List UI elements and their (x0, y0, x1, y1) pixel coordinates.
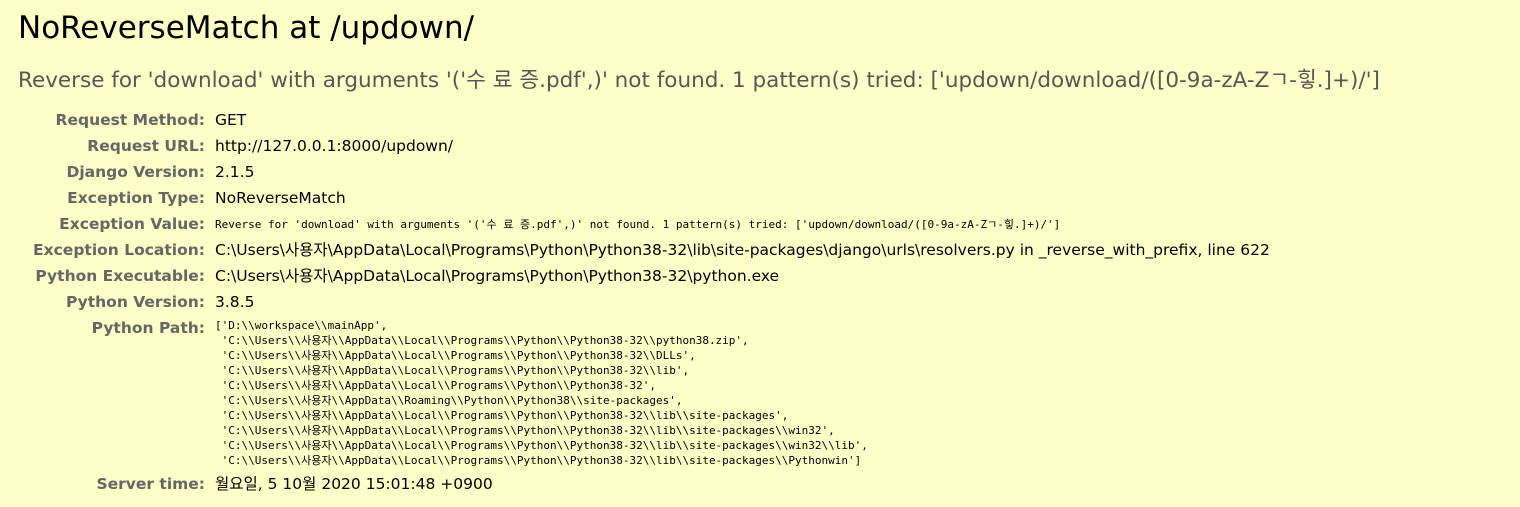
meta-label: Exception Location: (33, 241, 205, 259)
meta-value: C:\Users\사용자\AppData\Local\Programs\Pyth… (215, 241, 1270, 259)
meta-row-exception-type: Exception Type: NoReverseMatch (18, 185, 1270, 211)
meta-row-request-method: Request Method: GET (18, 107, 1270, 133)
meta-row-exception-location: Exception Location: C:\Users\사용자\AppData… (18, 237, 1270, 263)
exception-message: Reverse for 'download' with arguments '(… (18, 68, 1380, 93)
exception-value-text: Reverse for 'download' with arguments '(… (215, 218, 1061, 231)
meta-row-request-url: Request URL: http://127.0.0.1:8000/updow… (18, 133, 1270, 159)
meta-label: Request URL: (87, 137, 205, 155)
meta-label: Python Executable: (35, 267, 205, 285)
meta-label: Python Version: (65, 293, 205, 311)
meta-label: Exception Value: (59, 215, 205, 233)
meta-value: NoReverseMatch (215, 189, 346, 207)
meta-row-python-path: Python Path: ['D:\\workspace\\mainApp', … (18, 315, 1270, 471)
error-summary: NoReverseMatch at /updown/ Reverse for '… (0, 0, 1520, 497)
python-path-list: ['D:\\workspace\\mainApp', 'C:\\Users\\사… (215, 319, 868, 467)
meta-label: Django Version: (66, 163, 205, 181)
page-title: NoReverseMatch at /updown/ (18, 10, 475, 46)
meta-value: http://127.0.0.1:8000/updown/ (215, 137, 454, 155)
meta-label: Server time: (96, 475, 205, 493)
meta-value: 3.8.5 (215, 293, 255, 311)
meta-row-python-version: Python Version: 3.8.5 (18, 289, 1270, 315)
meta-value: 2.1.5 (215, 163, 255, 181)
meta-value-cell: ['D:\\workspace\\mainApp', 'C:\\Users\\사… (215, 315, 1270, 471)
request-meta-table: Request Method: GET Request URL: http://… (18, 107, 1270, 497)
meta-value: C:\Users\사용자\AppData\Local\Programs\Pyth… (215, 267, 780, 285)
meta-value: GET (215, 111, 247, 129)
meta-row-python-executable: Python Executable: C:\Users\사용자\AppData\… (18, 263, 1270, 289)
meta-row-server-time: Server time: 월요일, 5 10월 2020 15:01:48 +0… (18, 471, 1270, 497)
meta-value: 월요일, 5 10월 2020 15:01:48 +0900 (215, 475, 493, 493)
meta-value-cell: Reverse for 'download' with arguments '(… (215, 211, 1270, 237)
meta-row-exception-value: Exception Value: Reverse for 'download' … (18, 211, 1270, 237)
meta-label: Exception Type: (67, 189, 205, 207)
meta-row-django-version: Django Version: 2.1.5 (18, 159, 1270, 185)
meta-label: Python Path: (91, 319, 205, 337)
meta-label: Request Method: (55, 111, 205, 129)
